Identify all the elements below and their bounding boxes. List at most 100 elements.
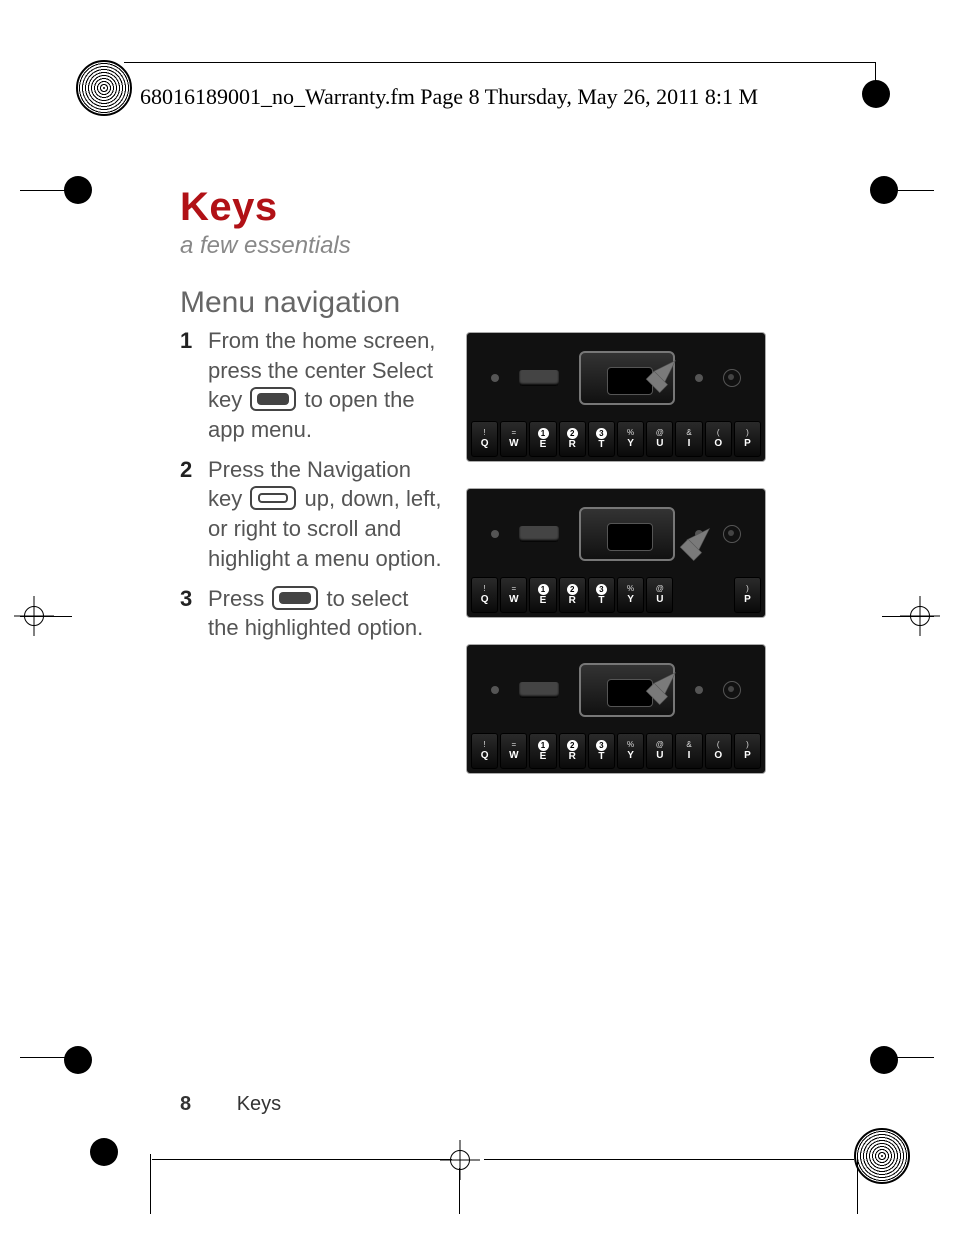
key-letter: R — [569, 440, 576, 450]
key-symbol: % — [627, 429, 634, 437]
key-symbol: = — [511, 585, 516, 593]
keyboard-key: @U — [646, 421, 673, 457]
keyboard-key: 1E — [529, 577, 556, 613]
keyboard-key: %Y — [617, 733, 644, 769]
key-symbol: ( — [717, 741, 720, 749]
key-letter: R — [569, 752, 576, 762]
key-letter: Q — [481, 439, 489, 449]
step-body: From the home screen, press the center S… — [208, 326, 442, 445]
key-letter: E — [540, 440, 547, 450]
crop-line — [857, 1154, 858, 1214]
keyboard-key: @U — [646, 733, 673, 769]
crop-line — [150, 1154, 151, 1214]
step-number: 2 — [180, 455, 198, 574]
keyboard-key: )P — [734, 421, 761, 457]
reg-mark-bottom-right — [854, 1128, 910, 1184]
key-symbol: ) — [746, 741, 749, 749]
phone-illustration: !Q=W1E2R3T%Y@U&I(O)P — [466, 488, 766, 618]
key-symbol: & — [686, 429, 691, 437]
keyboard-key: =W — [500, 733, 527, 769]
reg-dot — [870, 1046, 898, 1074]
key-symbol: ) — [746, 429, 749, 437]
key-letter: U — [656, 595, 663, 605]
crop-line — [152, 1159, 452, 1160]
keyboard-key: !Q — [471, 733, 498, 769]
keyboard-key: 3T — [588, 421, 615, 457]
crop-line — [20, 1057, 80, 1058]
crop-line — [882, 616, 934, 617]
keyboard-key: 2R — [559, 733, 586, 769]
phone-top-row — [467, 499, 765, 569]
keyboard-key: =W — [500, 577, 527, 613]
key-letter: Q — [481, 595, 489, 605]
soft-key-left — [519, 682, 559, 698]
steps-column: 1From the home screen, press the center … — [180, 326, 442, 800]
keyboard-key: 1E — [529, 421, 556, 457]
key-symbol: & — [686, 741, 691, 749]
crop-line — [459, 1168, 460, 1214]
pointer-arrow-icon — [659, 523, 715, 579]
illustration-column: !Q=W1E2R3T%Y@U&I(O)P !Q=W1E2R3T%Y@U&I(O)… — [466, 326, 780, 800]
keyboard-key: =W — [500, 421, 527, 457]
indicator-dot — [491, 530, 499, 538]
key-number-badge: 1 — [538, 584, 549, 595]
keyboard-key: 2R — [559, 577, 586, 613]
key-number-badge: 2 — [567, 740, 578, 751]
key-symbol: @ — [656, 585, 664, 593]
key-symbol: @ — [656, 429, 664, 437]
phone-illustration: !Q=W1E2R3T%Y@U&I(O)P — [466, 644, 766, 774]
keyboard-key: )P — [734, 733, 761, 769]
keyboard-key: !Q — [471, 577, 498, 613]
key-letter: W — [509, 751, 518, 761]
key-number-badge: 2 — [567, 584, 578, 595]
select-key-icon — [272, 586, 318, 610]
pointer-arrow-icon — [625, 667, 681, 723]
header-docline: 68016189001_no_Warranty.fm Page 8 Thursd… — [140, 84, 758, 110]
key-letter: Q — [481, 751, 489, 761]
keyboard-row: !Q=W1E2R3T%Y@U&I(O)P — [471, 421, 761, 457]
key-letter: P — [744, 439, 751, 449]
key-letter: E — [540, 752, 547, 762]
step-text-pre: Press — [208, 586, 270, 611]
key-letter: O — [714, 751, 722, 761]
keyboard-key: 2R — [559, 421, 586, 457]
keyboard-key: (O — [705, 421, 732, 457]
keyboard-key: %Y — [617, 421, 644, 457]
key-letter: U — [656, 751, 663, 761]
step-item: 1From the home screen, press the center … — [180, 326, 442, 445]
key-letter: U — [656, 439, 663, 449]
footer-label: Keys — [237, 1093, 281, 1115]
key-letter: I — [688, 751, 691, 761]
key-letter: I — [688, 439, 691, 449]
indicator-dot — [695, 686, 703, 694]
phone-top-row — [467, 655, 765, 725]
select-key-icon — [250, 387, 296, 411]
key-letter: T — [598, 440, 604, 450]
indicator-dot — [491, 686, 499, 694]
crop-line — [20, 190, 80, 191]
key-symbol: % — [627, 741, 634, 749]
camera-icon — [723, 681, 741, 699]
page-number: 8 — [180, 1093, 191, 1115]
step-item: 2Press the Navigation key up, down, left… — [180, 455, 442, 574]
key-letter: Y — [627, 751, 634, 761]
page-footer: 8 Keys — [180, 1093, 281, 1116]
key-letter: E — [540, 596, 547, 606]
key-letter: T — [598, 596, 604, 606]
crop-line — [874, 1057, 934, 1058]
crop-line — [874, 190, 934, 191]
keyboard-key: @U — [646, 577, 673, 613]
key-letter: W — [509, 595, 518, 605]
key-symbol: ! — [483, 429, 485, 437]
page-title: Keys — [180, 185, 780, 230]
step-body: Press to select the highlighted option. — [208, 584, 442, 643]
page-content: Keys a few essentials Menu navigation 1F… — [180, 185, 780, 800]
page-subtitle: a few essentials — [180, 232, 780, 260]
step-body: Press the Navigation key up, down, left,… — [208, 455, 442, 574]
key-symbol: ! — [483, 741, 485, 749]
step-number: 1 — [180, 326, 198, 445]
keyboard-key: &I — [675, 733, 702, 769]
key-symbol: ! — [483, 585, 485, 593]
keyboard-key: 3T — [588, 733, 615, 769]
nav-key-icon — [250, 486, 296, 510]
